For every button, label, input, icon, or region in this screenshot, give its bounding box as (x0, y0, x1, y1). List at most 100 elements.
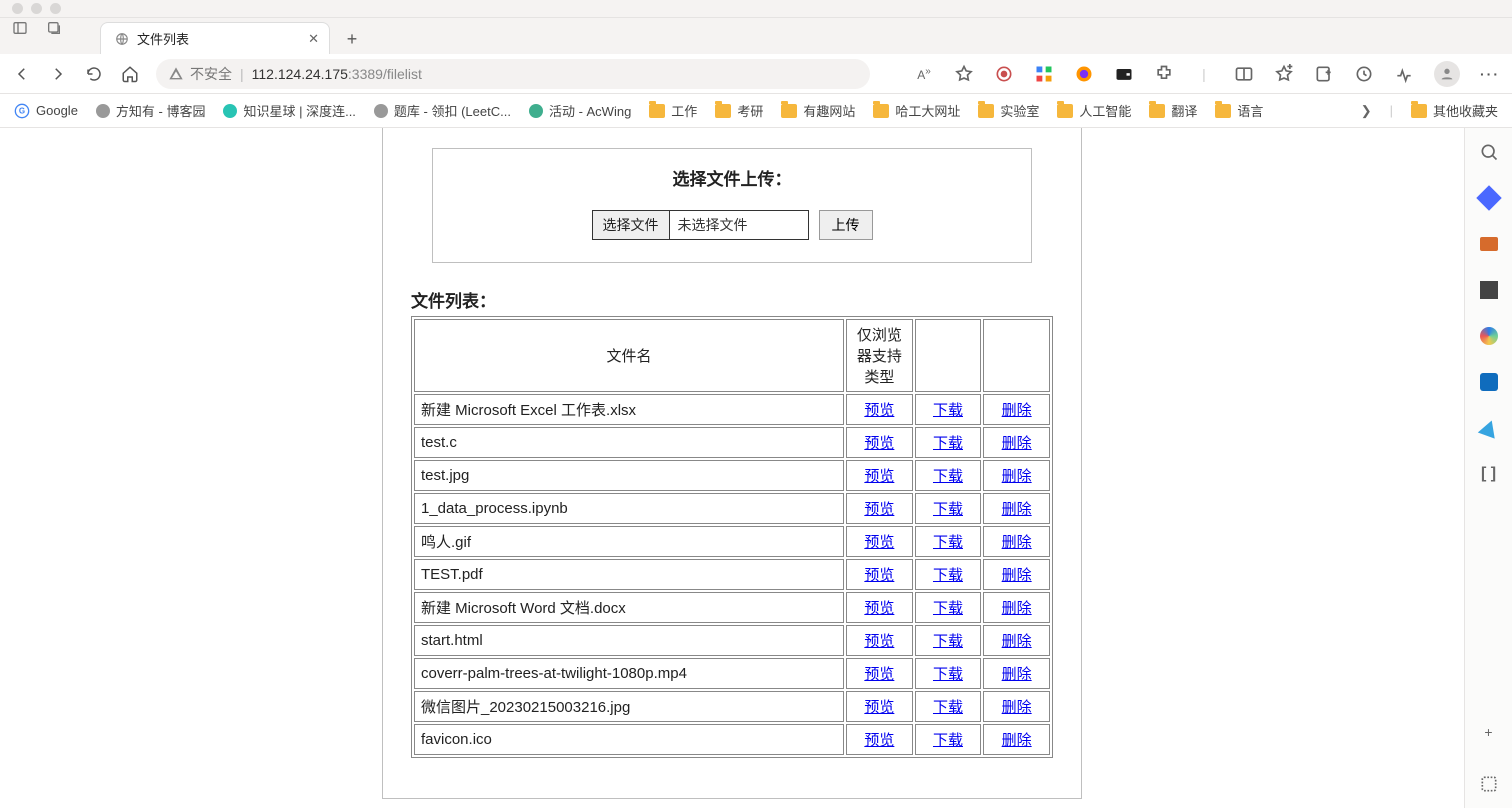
folder-icon (715, 104, 731, 118)
search-icon[interactable] (1479, 142, 1499, 162)
site-icon (96, 104, 110, 118)
reader-mode-icon[interactable]: A» (914, 64, 934, 84)
bookmark-item[interactable]: 人工智能 (1057, 101, 1131, 120)
preview-link[interactable]: 预览 (864, 567, 894, 584)
page-viewport[interactable]: 选择文件上传： 选择文件 未选择文件 上传 文件列表： 文件名 仅浏览器支持类型… (0, 128, 1464, 808)
cell-filename: 新建 Microsoft Excel 工作表.xlsx (414, 394, 844, 425)
tabs-overview-icon[interactable] (46, 20, 62, 36)
choose-file-button[interactable]: 选择文件 (593, 211, 670, 239)
sidebar-toggle-icon[interactable] (12, 20, 28, 36)
add-sidebar-icon[interactable]: + (1479, 722, 1499, 742)
delete-link[interactable]: 删除 (1002, 468, 1032, 485)
bookmarks-overflow-icon[interactable]: ❯ (1361, 103, 1372, 119)
preview-link[interactable]: 预览 (864, 534, 894, 551)
address-bar[interactable]: 不安全 | 112.124.24.175:3389/filelist (156, 59, 870, 89)
grid-apps-icon[interactable] (1034, 64, 1054, 84)
preview-link[interactable]: 预览 (864, 633, 894, 650)
download-link[interactable]: 下载 (933, 600, 963, 617)
more-menu-icon[interactable]: ··· (1480, 64, 1500, 84)
people-sidebar-icon[interactable] (1479, 280, 1499, 300)
reload-button[interactable] (84, 64, 104, 84)
favorites-icon[interactable] (1274, 64, 1294, 84)
table-row: 鸣人.gif预览下载删除 (414, 526, 1050, 557)
download-link[interactable]: 下载 (933, 666, 963, 683)
shopping-icon[interactable] (994, 64, 1014, 84)
other-bookmarks[interactable]: 其他收藏夹 (1411, 101, 1498, 120)
back-button[interactable] (12, 64, 32, 84)
bookmark-item[interactable]: 题库 - 领扣 (LeetC... (374, 101, 511, 120)
delete-link[interactable]: 删除 (1002, 732, 1032, 749)
window-close-dot[interactable] (12, 3, 23, 14)
file-input[interactable]: 选择文件 未选择文件 (592, 210, 809, 240)
site-icon (374, 104, 388, 118)
preview-link[interactable]: 预览 (864, 732, 894, 749)
delete-link[interactable]: 删除 (1002, 699, 1032, 716)
bookmark-item[interactable]: 实验室 (978, 101, 1039, 120)
bookmark-item[interactable]: 考研 (715, 101, 763, 120)
bookmark-item[interactable]: 知识星球 | 深度连... (223, 101, 355, 120)
tag-sidebar-icon[interactable] (1479, 188, 1499, 208)
download-link[interactable]: 下载 (933, 633, 963, 650)
delete-link[interactable]: 删除 (1002, 666, 1032, 683)
preview-link[interactable]: 预览 (864, 468, 894, 485)
delete-link[interactable]: 删除 (1002, 567, 1032, 584)
cell-filename: coverr-palm-trees-at-twilight-1080p.mp4 (414, 658, 844, 689)
brackets-sidebar-icon[interactable]: [ ] (1479, 464, 1499, 484)
download-link[interactable]: 下载 (933, 468, 963, 485)
settings-sidebar-icon[interactable] (1479, 774, 1499, 794)
bookmark-item[interactable]: 哈工大网址 (873, 101, 960, 120)
browser-tab[interactable]: 文件列表 ✕ (100, 22, 330, 54)
delete-link[interactable]: 删除 (1002, 600, 1032, 617)
download-link[interactable]: 下载 (933, 699, 963, 716)
bookmark-item[interactable]: GGoogle (14, 103, 78, 119)
delete-link[interactable]: 删除 (1002, 501, 1032, 518)
window-min-dot[interactable] (31, 3, 42, 14)
copilot-sidebar-icon[interactable] (1479, 326, 1499, 346)
preview-link[interactable]: 预览 (864, 501, 894, 518)
download-link[interactable]: 下载 (933, 402, 963, 419)
bookmark-item[interactable]: 工作 (649, 101, 697, 120)
favorite-star-icon[interactable] (954, 64, 974, 84)
download-link[interactable]: 下载 (933, 435, 963, 452)
bookmark-item[interactable]: 语言 (1215, 101, 1263, 120)
preview-link[interactable]: 预览 (864, 699, 894, 716)
delete-link[interactable]: 删除 (1002, 402, 1032, 419)
delete-link[interactable]: 删除 (1002, 633, 1032, 650)
cell-filename: test.jpg (414, 460, 844, 491)
firefox-icon[interactable] (1074, 64, 1094, 84)
delete-link[interactable]: 删除 (1002, 534, 1032, 551)
bookmark-label: Google (36, 103, 78, 118)
window-max-dot[interactable] (50, 3, 61, 14)
split-screen-icon[interactable] (1234, 64, 1254, 84)
preview-link[interactable]: 预览 (864, 666, 894, 683)
bookmark-item[interactable]: 有趣网站 (781, 101, 855, 120)
preview-link[interactable]: 预览 (864, 402, 894, 419)
download-link[interactable]: 下载 (933, 501, 963, 518)
forward-button[interactable] (48, 64, 68, 84)
wallet-icon[interactable] (1114, 64, 1134, 84)
close-tab-icon[interactable]: ✕ (308, 31, 319, 47)
download-link[interactable]: 下载 (933, 534, 963, 551)
home-button[interactable] (120, 64, 140, 84)
extension-icon[interactable] (1154, 64, 1174, 84)
bookmark-item[interactable]: 翻译 (1149, 101, 1197, 120)
collections-icon[interactable] (1314, 64, 1334, 84)
preview-link[interactable]: 预览 (864, 600, 894, 617)
profile-avatar[interactable] (1434, 61, 1460, 87)
send-sidebar-icon[interactable] (1479, 418, 1499, 438)
bookmark-label: 哈工大网址 (895, 101, 960, 120)
delete-link[interactable]: 删除 (1002, 435, 1032, 452)
new-tab-button[interactable]: + (338, 29, 366, 54)
preview-link[interactable]: 预览 (864, 435, 894, 452)
download-link[interactable]: 下载 (933, 567, 963, 584)
outlook-sidebar-icon[interactable] (1479, 372, 1499, 392)
table-row: 1_data_process.ipynb预览下载删除 (414, 493, 1050, 524)
history-icon[interactable] (1354, 64, 1374, 84)
performance-icon[interactable] (1394, 64, 1414, 84)
bookmark-item[interactable]: 方知有 - 博客园 (96, 101, 206, 120)
download-link[interactable]: 下载 (933, 732, 963, 749)
bookmark-item[interactable]: 活动 - AcWing (529, 101, 631, 120)
upload-button[interactable]: 上传 (819, 210, 873, 240)
file-table: 文件名 仅浏览器支持类型 新建 Microsoft Excel 工作表.xlsx… (411, 316, 1053, 758)
toolbox-sidebar-icon[interactable] (1479, 234, 1499, 254)
